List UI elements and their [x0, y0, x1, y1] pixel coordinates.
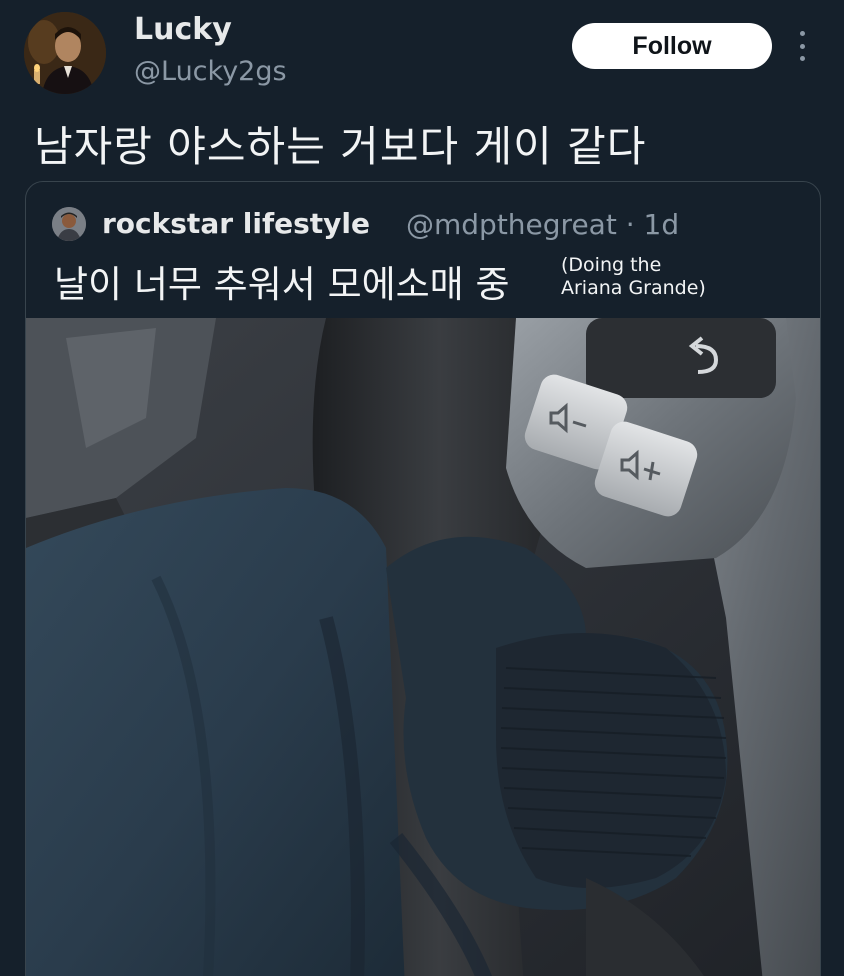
tweet-header: Lucky @Lucky2gs Follow [0, 0, 844, 110]
quoted-tweet-note: (Doing the Ariana Grande) [561, 254, 706, 300]
quoted-author-avatar[interactable] [52, 207, 86, 241]
tweet-text: 남자랑 야스하는 거보다 게이 같다 [34, 122, 647, 171]
quoted-note-line-2: Ariana Grande) [561, 277, 706, 299]
quoted-note-line-1: (Doing the [561, 254, 662, 276]
quoted-tweet-photo[interactable] [26, 318, 820, 976]
author-handle[interactable]: @Lucky2gs [134, 56, 287, 87]
more-dot [799, 31, 805, 36]
quoted-avatar-image [52, 207, 86, 241]
quoted-tweet-card[interactable]: rockstar lifestyle @mdpthegreat · 1d 날이 … [25, 181, 821, 976]
author-avatar-image [24, 12, 106, 94]
author-avatar[interactable] [24, 12, 106, 94]
quoted-author-handle-time[interactable]: @mdpthegreat · 1d [406, 208, 679, 241]
quoted-author-name[interactable]: rockstar lifestyle [102, 207, 370, 240]
author-name[interactable]: Lucky [134, 12, 232, 47]
more-dot [799, 43, 805, 49]
follow-button[interactable]: Follow [572, 23, 772, 69]
more-options-icon[interactable] [790, 28, 814, 64]
steering-wheel-photo [26, 318, 820, 976]
more-dot [799, 56, 805, 61]
quoted-tweet-text: 날이 너무 추워서 모에소매 중 [54, 263, 510, 306]
